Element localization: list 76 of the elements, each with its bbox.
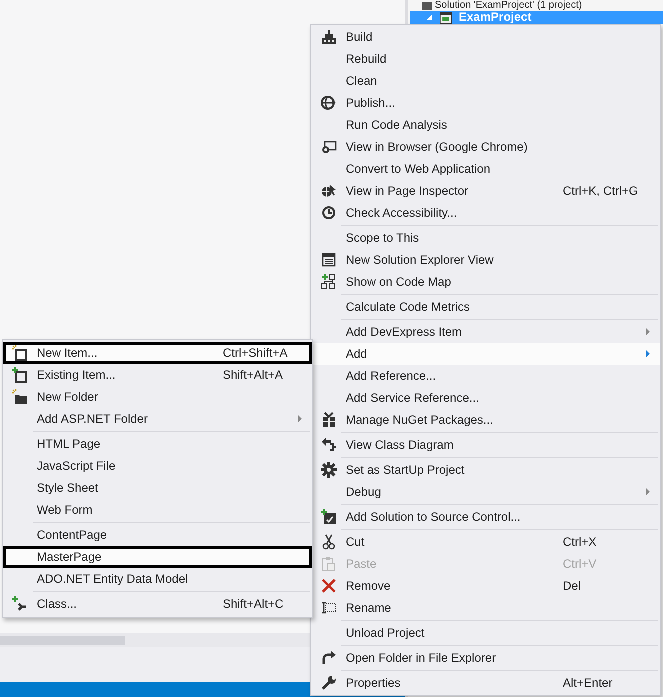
menu-item[interactable]: View in Browser (Google Chrome) bbox=[311, 136, 660, 158]
menu-item[interactable]: Class... Shift+Alt+C bbox=[3, 593, 312, 615]
globe-cursor-icon bbox=[320, 183, 336, 199]
close-icon bbox=[320, 578, 336, 594]
menu-item[interactable]: HTML Page bbox=[3, 433, 312, 455]
menu-item[interactable]: Build bbox=[311, 26, 660, 48]
shortcut-label: Shift+Alt+C bbox=[223, 597, 284, 611]
menu-item[interactable]: Existing Item... Shift+Alt+A bbox=[3, 364, 312, 386]
menu-item[interactable]: New Folder bbox=[3, 386, 312, 408]
browser-window-icon bbox=[320, 139, 336, 155]
menu-item[interactable]: Add Solution to Source Control... bbox=[311, 506, 660, 528]
add-class-icon bbox=[12, 596, 28, 612]
menu-item[interactable]: Add Service Reference... bbox=[311, 387, 660, 409]
menu-item[interactable]: Add Reference... bbox=[311, 365, 660, 387]
add-file-icon bbox=[12, 367, 28, 383]
menu-item[interactable]: Set as StartUp Project bbox=[311, 459, 660, 481]
package-icon bbox=[320, 412, 336, 428]
menu-item[interactable]: ContentPage bbox=[3, 524, 312, 546]
window-list-icon bbox=[320, 252, 336, 268]
new-folder-icon bbox=[12, 389, 28, 405]
solution-icon bbox=[422, 2, 432, 10]
clipboard-icon bbox=[320, 556, 336, 572]
menu-item[interactable]: Show on Code Map bbox=[311, 271, 660, 293]
menu-item[interactable]: Add bbox=[311, 343, 660, 365]
hierarchy-arrows-icon bbox=[320, 437, 336, 453]
new-file-icon bbox=[12, 345, 28, 361]
menu-item[interactable]: Convert to Web Application bbox=[311, 158, 660, 180]
menu-item[interactable]: Check Accessibility... bbox=[311, 202, 660, 224]
submenu-arrow-icon bbox=[646, 328, 650, 336]
menu-item[interactable]: Web Form bbox=[3, 499, 312, 521]
node-map-icon bbox=[320, 274, 336, 290]
shortcut-label: Alt+Enter bbox=[563, 676, 613, 690]
menu-item[interactable]: Open Folder in File Explorer bbox=[311, 647, 660, 669]
scissors-icon bbox=[320, 534, 336, 550]
globe-icon bbox=[320, 95, 336, 111]
submenu-arrow-icon bbox=[298, 415, 302, 423]
menu-item[interactable]: Properties Alt+Enter bbox=[311, 672, 660, 694]
menu-item[interactable]: ADO.NET Entity Data Model bbox=[3, 568, 312, 590]
menu-item[interactable]: New Item... Ctrl+Shift+A bbox=[3, 342, 312, 364]
gear-icon bbox=[320, 462, 336, 478]
menu-item[interactable]: Rebuild bbox=[311, 48, 660, 70]
menu-item[interactable]: Add DevExpress Item bbox=[311, 321, 660, 343]
tree-item[interactable]: Solution 'ExamProject' (1 project) bbox=[435, 0, 582, 11]
menu-item[interactable]: Publish... bbox=[311, 92, 660, 114]
menu-item[interactable]: Unload Project bbox=[311, 622, 660, 644]
shortcut-label: Ctrl+X bbox=[563, 535, 597, 549]
submenu-arrow-icon bbox=[646, 350, 650, 358]
menu-item[interactable]: MasterPage bbox=[3, 546, 312, 568]
bricks-icon bbox=[320, 29, 336, 45]
menu-item[interactable]: Run Code Analysis bbox=[311, 114, 660, 136]
menu-item[interactable]: New Solution Explorer View bbox=[311, 249, 660, 271]
menu-item[interactable]: Rename bbox=[311, 597, 660, 619]
shortcut-label: Ctrl+K, Ctrl+G bbox=[563, 184, 638, 198]
menu-item[interactable]: View in Page Inspector Ctrl+K, Ctrl+G bbox=[311, 180, 660, 202]
submenu-arrow-icon bbox=[646, 488, 650, 496]
shortcut-label: Shift+Alt+A bbox=[223, 368, 284, 382]
menu-item[interactable]: Cut Ctrl+X bbox=[311, 531, 660, 553]
menu-item[interactable]: Style Sheet bbox=[3, 477, 312, 499]
menu-item[interactable]: Manage NuGet Packages... bbox=[311, 409, 660, 431]
menu-item[interactable]: Remove Del bbox=[311, 575, 660, 597]
wrench-icon bbox=[320, 675, 336, 691]
rename-field-icon bbox=[320, 600, 336, 616]
menu-item[interactable]: Add ASP.NET Folder bbox=[3, 408, 312, 430]
expand-arrow-icon[interactable] bbox=[426, 14, 433, 21]
shortcut-label: Del bbox=[563, 579, 582, 593]
curved-arrow-icon bbox=[320, 650, 336, 666]
shortcut-label: Ctrl+V bbox=[563, 557, 597, 571]
menu-item[interactable]: Scope to This bbox=[311, 227, 660, 249]
scrollbar-thumb[interactable] bbox=[0, 636, 125, 645]
shortcut-label: Ctrl+Shift+A bbox=[223, 346, 288, 360]
clock-icon bbox=[320, 205, 336, 221]
menu-item[interactable]: Calculate Code Metrics bbox=[311, 296, 660, 318]
menu-item[interactable]: JavaScript File bbox=[3, 455, 312, 477]
menu-item[interactable]: Clean bbox=[311, 70, 660, 92]
menu-item[interactable]: View Class Diagram bbox=[311, 434, 660, 456]
menu-item[interactable]: Debug bbox=[311, 481, 660, 503]
